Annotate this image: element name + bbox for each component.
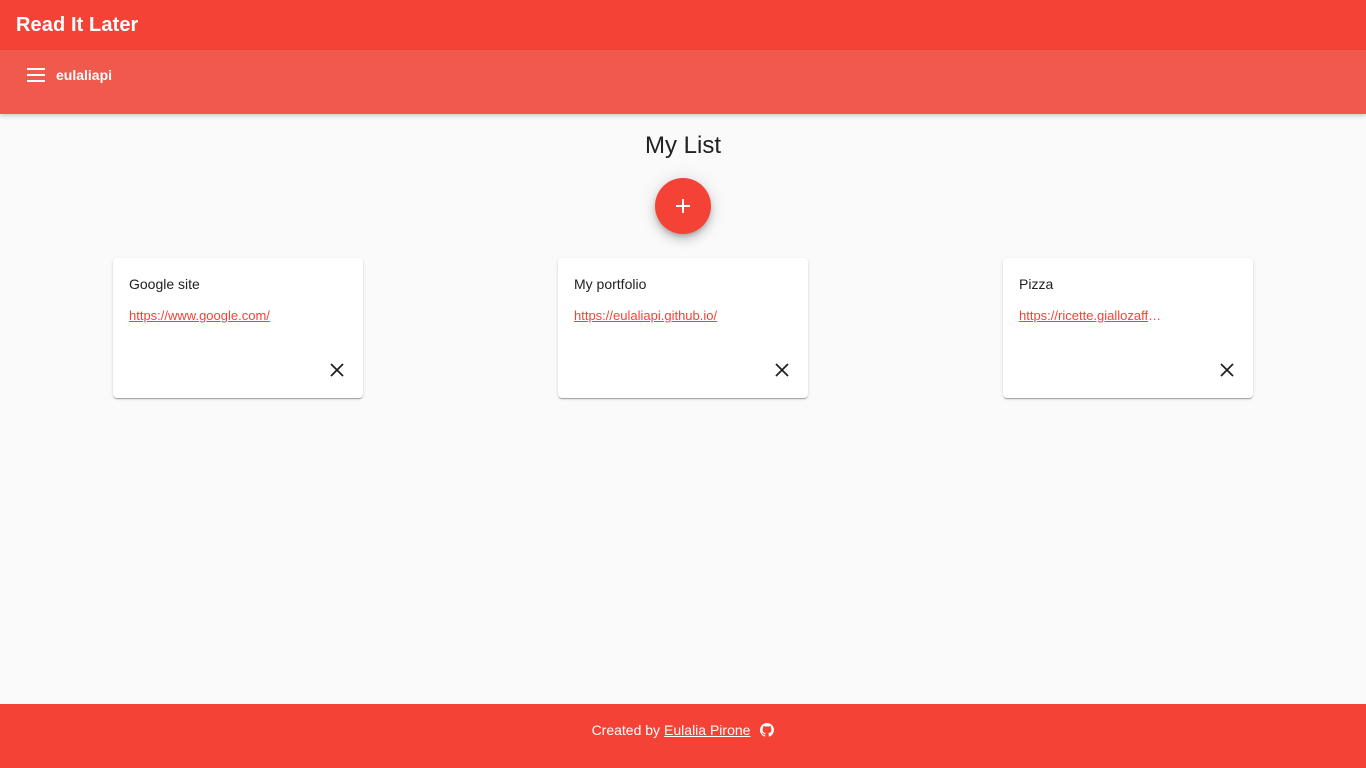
card-title: Google site bbox=[129, 276, 200, 292]
author-link[interactable]: Eulalia Pirone bbox=[664, 722, 750, 738]
card-link[interactable]: https://ricette.giallozafferano.it/ bbox=[1019, 308, 1164, 323]
card-link[interactable]: https://eulaliapi.github.io/ bbox=[574, 308, 719, 323]
footer-prefix: Created by bbox=[591, 722, 661, 738]
username: eulaliapi bbox=[56, 67, 113, 83]
menu-icon[interactable] bbox=[24, 64, 48, 86]
close-icon bbox=[775, 363, 789, 377]
close-icon bbox=[330, 363, 344, 377]
remove-card-button[interactable] bbox=[1215, 358, 1239, 382]
user-bar: eulaliapi bbox=[0, 50, 1366, 114]
close-icon bbox=[1220, 363, 1234, 377]
card-title: My portfolio bbox=[574, 276, 647, 292]
footer: Created by Eulalia Pirone bbox=[0, 704, 1366, 768]
link-card: My portfolio https://eulaliapi.github.io… bbox=[558, 258, 808, 398]
page-title: My List bbox=[644, 132, 721, 159]
link-card: Google site https://www.google.com/ bbox=[113, 258, 363, 398]
add-link-button[interactable] bbox=[655, 178, 711, 234]
app-title: Read It Later bbox=[16, 13, 139, 36]
card-link[interactable]: https://www.google.com/ bbox=[129, 308, 274, 323]
card-title: Pizza bbox=[1019, 276, 1054, 292]
remove-card-button[interactable] bbox=[770, 358, 794, 382]
app-bar: Read It Later bbox=[0, 0, 1366, 50]
link-card: Pizza https://ricette.giallozafferano.it… bbox=[1003, 258, 1253, 398]
plus-icon bbox=[676, 199, 690, 213]
remove-card-button[interactable] bbox=[325, 358, 349, 382]
github-icon[interactable] bbox=[760, 723, 775, 737]
